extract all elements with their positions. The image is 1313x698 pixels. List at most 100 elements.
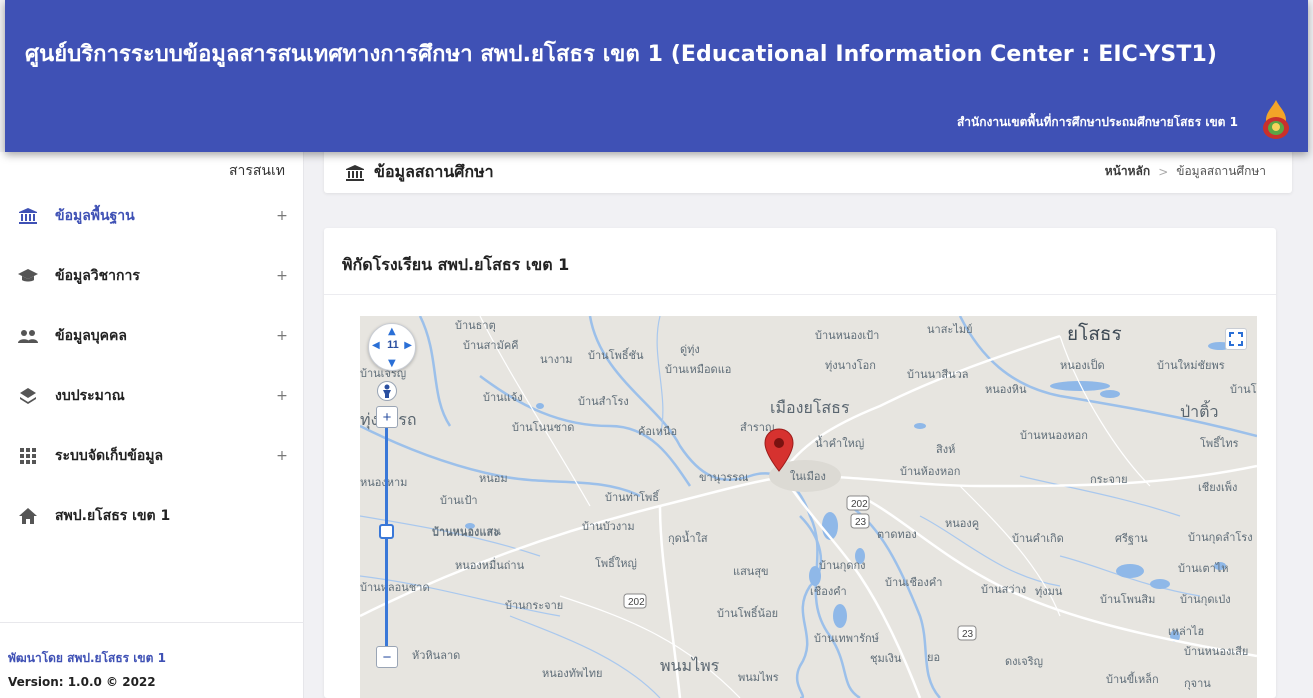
zoom-level: 11 [387, 339, 399, 351]
street-view-icon[interactable] [377, 381, 397, 401]
home-icon [17, 505, 39, 527]
place-label: บ้านกุดเป่ง [1180, 594, 1231, 606]
place-label: บ้านหนองเสีย [1184, 646, 1249, 658]
place-label: บ้านนาสีนวล [907, 369, 969, 381]
sidebar-item-budget[interactable]: งบประมาณ + [0, 366, 304, 426]
place-label: บ้านขี้เหล็ก [1106, 674, 1159, 686]
place-label: บ้านหนองแสน [432, 526, 501, 538]
bank-icon [17, 205, 39, 227]
page-title: ข้อมูลสถานศึกษา [346, 160, 494, 185]
place-label: นางาม [540, 354, 573, 366]
place-label: บ้านเหมือดแอ [665, 364, 732, 376]
sidebar-divider [0, 622, 304, 623]
expand-icon[interactable]: + [272, 388, 292, 404]
version-text: Version: 1.0.0 © 2022 [8, 675, 156, 689]
place-label: บ้านหนองหอก [1020, 430, 1088, 442]
place-label: ศรีฐาน [1115, 533, 1148, 545]
place-label: ชุมเงิน [870, 653, 902, 665]
fullscreen-icon[interactable] [1225, 328, 1247, 350]
breadcrumb-home-link[interactable]: หน้าหลัก [1105, 162, 1150, 181]
place-label: นาสะไมย์ [927, 324, 973, 336]
sidebar-item-label: ข้อมูลบุคคล [55, 328, 127, 344]
bank-icon [346, 164, 364, 181]
people-icon [17, 325, 39, 347]
route-number: 202 [851, 499, 868, 510]
school-map-card: พิกัดโรงเรียน สพป.ยโสธร เขต 1 202 23 202… [324, 228, 1276, 698]
place-label: โพธิ์ไทร [1200, 438, 1239, 450]
location-pin-icon[interactable] [764, 428, 794, 472]
sidebar-item-home[interactable]: สพป.ยโสธร เขต 1 [0, 486, 304, 546]
org-name: สำนักงานเขตพื้นที่การศึกษาประถมศึกษายโสธ… [956, 115, 1238, 129]
place-label: บ้านคำเกิด [1012, 533, 1064, 545]
place-label: บ้านท่าโพธิ์ [605, 492, 659, 504]
sidebar-item-academic[interactable]: ข้อมูลวิชาการ + [0, 246, 304, 306]
sidebar-item-data-storage[interactable]: ระบบจัดเก็บข้อมูล + [0, 426, 304, 486]
place-label: บ้านเตาไห [1178, 563, 1229, 575]
developer-credit[interactable]: พัฒนาโดย สพป.ยโสธร เขต 1 [8, 649, 166, 668]
sidebar-item-label: ข้อมูลพื้นฐาน [55, 208, 135, 224]
grid-icon [17, 445, 39, 467]
place-label: หนองทัพไทย [542, 668, 603, 680]
place-label: ขานุวรรณ [699, 472, 749, 484]
place-label: บ้านกุดกง [819, 560, 866, 572]
zoom-slider-handle[interactable] [379, 524, 394, 539]
zoom-out-button[interactable]: − [376, 646, 398, 668]
place-label: เมืองยโสธร [770, 400, 850, 417]
place-label: บ้านสว่าง [981, 584, 1027, 596]
expand-icon[interactable]: + [272, 448, 292, 464]
place-label: บ้านใหม่ชัยพร [1157, 360, 1225, 372]
sidebar-item-label: ระบบจัดเก็บข้อมูล [55, 448, 164, 464]
sidebar: สารสนเท ข้อมูลพื้นฐาน + ข้อมูลวิชาการ + … [0, 152, 304, 698]
place-label: บ้านโนนชาด [512, 422, 575, 434]
place-label: แสนสุข [733, 566, 769, 578]
zoom-in-button[interactable]: + [376, 406, 398, 428]
place-label: ยโสธร [1067, 324, 1122, 345]
place-label: บ้านเป้า [440, 495, 478, 507]
place-label: ในเมือง [790, 471, 826, 483]
sidebar-item-personnel[interactable]: ข้อมูลบุคคล + [0, 306, 304, 366]
map-pan-control[interactable]: ▲ ◀ ▶ ▼ 11 [368, 323, 416, 371]
place-label: ดงเจริญ [1005, 656, 1044, 668]
place-label: น้ำคำใหญ่ [815, 438, 865, 450]
place-label: บ้านเชืองคำ [885, 577, 943, 589]
place-label: ทุ่งนางโอก [825, 360, 876, 372]
place-label: บ้านโพนสิม [1100, 594, 1156, 606]
pan-down-icon[interactable]: ▼ [388, 358, 396, 369]
expand-icon[interactable]: + [272, 328, 292, 344]
map-base-layer: 202 23 202 23 [360, 316, 1257, 698]
route-number: 202 [628, 597, 645, 608]
place-label: เหล่าไฮ [1168, 626, 1205, 638]
place-label: หนองหิน [985, 384, 1027, 396]
sidebar-item-label: สพป.ยโสธร เขต 1 [55, 508, 171, 524]
place-label: เชียงเพ็ง [1198, 482, 1238, 494]
place-label: บ้านสามัคคี [463, 340, 519, 352]
place-label: ทุ่งมน [1035, 586, 1063, 598]
place-label: พนมไพร [738, 672, 779, 684]
route-number: 23 [855, 517, 867, 528]
breadcrumb: หน้าหลัก > ข้อมูลสถานศึกษา [1105, 162, 1266, 181]
layers-icon [17, 385, 39, 407]
place-label: กุดน้ำใส [668, 533, 708, 545]
place-label: ป่าติ้ว [1180, 404, 1219, 421]
place-label: บ้านโพธิ์น้อย [717, 608, 779, 620]
sidebar-top-text: สารสนเท [228, 163, 285, 179]
place-label: ดู่ทุ่ง [680, 344, 700, 356]
map-view[interactable]: 202 23 202 23 ยโสธร เมืองยโสธร ป่าติ้ว พ… [360, 316, 1257, 698]
sidebar-item-label: งบประมาณ [55, 388, 125, 404]
sidebar-item-basic-info[interactable]: ข้อมูลพื้นฐาน + [0, 186, 304, 246]
office-emblem-icon [1263, 100, 1289, 139]
place-label: บ้านโพธิ์ชัน [588, 350, 644, 362]
expand-icon[interactable]: + [272, 268, 292, 284]
pan-up-icon[interactable]: ▲ [388, 326, 396, 337]
place-label: หนองหาม [360, 477, 408, 489]
place-label: บ้านเทพารักษ์ [814, 633, 879, 645]
sidebar-item-label: ข้อมูลวิชาการ [55, 268, 140, 284]
place-label: ค้อเหนือ [638, 426, 678, 438]
site-title: ศูนย์บริการระบบข้อมูลสารสนเทศทางการศึกษา… [25, 42, 1218, 67]
place-label: บ้านกุดลำโรง [1188, 532, 1253, 544]
place-label: บ้านบัวงาม [582, 521, 635, 533]
expand-icon[interactable]: + [272, 208, 292, 224]
place-label: พนมไพร [660, 658, 720, 675]
place-label: หัวหินลาด [412, 650, 461, 662]
breadcrumb-separator: > [1158, 164, 1169, 179]
